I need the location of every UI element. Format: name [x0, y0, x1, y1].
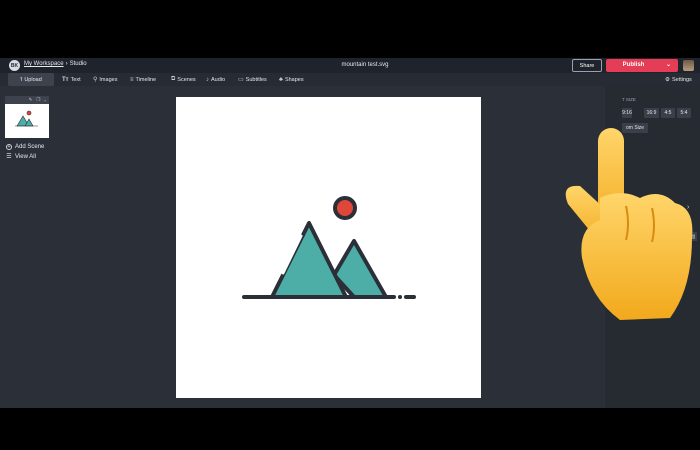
mountain-illustration	[242, 196, 416, 299]
timeline-tool[interactable]: ≡ Timeline	[130, 73, 156, 86]
editing-canvas[interactable]	[176, 97, 481, 398]
upload-button[interactable]: ⭱ Upload	[8, 73, 54, 86]
timeline-icon: ≡	[130, 76, 134, 83]
share-button[interactable]: Share	[572, 59, 602, 72]
ratio-5-4[interactable]: 5:4	[677, 108, 691, 118]
text-label: Text	[70, 76, 81, 83]
search-icon: ⚲	[93, 77, 98, 83]
add-scene-button[interactable]: + Add Scene	[6, 144, 44, 150]
timeline-label: Timeline	[135, 76, 157, 83]
scenes-panel: ✎ ❐ ▫ + Add Scene ☰ View All	[0, 86, 55, 408]
breadcrumb-current: Studio	[69, 61, 87, 67]
subtitles-tool[interactable]: ▭ Subtitles	[238, 73, 267, 86]
ratio-4-5[interactable]: 4:5	[661, 108, 675, 118]
duplicate-icon[interactable]: ❐	[36, 97, 40, 103]
settings-label: Settings	[671, 76, 692, 83]
images-label: Images	[99, 76, 118, 83]
scenes-label: Scenes	[177, 76, 196, 83]
audio-label: Audio	[211, 76, 226, 83]
subtitles-label: Subtitles	[245, 76, 267, 83]
chevron-down-icon[interactable]: ⌄	[666, 61, 671, 68]
breadcrumb-separator: ›	[65, 61, 68, 67]
edit-icon[interactable]: ✎	[29, 97, 33, 103]
shapes-tool[interactable]: ♣ Shapes	[279, 73, 304, 86]
view-all-button[interactable]: ☰ View All	[6, 154, 36, 160]
settings-button[interactable]: ⚙ Settings	[665, 73, 692, 86]
project-title[interactable]: mountain test.svg	[300, 62, 430, 68]
images-tool[interactable]: ⚲ Images	[93, 73, 117, 86]
text-icon: Tт	[62, 76, 69, 83]
workspace-logo[interactable]: BK	[9, 60, 20, 71]
gear-icon: ⚙	[665, 76, 670, 83]
ratio-16-9[interactable]: 16:9	[644, 108, 659, 118]
upload-label: Upload	[24, 76, 42, 83]
scene-thumbnail[interactable]	[5, 104, 49, 138]
pointing-hand-emoji	[565, 128, 693, 320]
scene-thumbnail-image	[15, 110, 38, 127]
view-all-label: View All	[15, 154, 36, 160]
studio-app: BK My Workspace › Studio mountain test.svg…	[0, 58, 700, 408]
audio-tool[interactable]: ♪ Audio	[206, 73, 225, 86]
scenes-icon: ⧉	[171, 76, 176, 82]
upload-icon: ⭱	[20, 76, 23, 83]
top-bar: BK My Workspace › Studio mountain test.svg…	[0, 58, 700, 73]
plus-circle-icon: +	[6, 143, 12, 150]
delete-icon[interactable]: ▫	[44, 98, 46, 103]
scenes-tool[interactable]: ⧉ Scenes	[171, 73, 196, 86]
size-header: T SIZE	[622, 97, 636, 102]
shapes-label: Shapes	[284, 76, 304, 83]
shapes-icon: ♣	[279, 76, 283, 83]
breadcrumb-workspace-link[interactable]: My Workspace	[24, 61, 64, 67]
breadcrumb: My Workspace › Studio	[24, 61, 87, 67]
ratio-9-16[interactable]: 9:16	[622, 108, 632, 118]
audio-icon: ♪	[206, 76, 209, 83]
scene-thumb-toolbar: ✎ ❐ ▫	[5, 96, 49, 104]
list-icon: ☰	[6, 154, 12, 160]
text-tool[interactable]: Tт Text	[62, 73, 81, 86]
subtitles-icon: ▭	[238, 77, 244, 83]
avatar[interactable]	[683, 60, 694, 71]
editor-toolbar: ⭱ Upload Tт Text ⚲ Images ≡ Timeline ⧉ S…	[0, 73, 700, 86]
add-scene-label: Add Scene	[15, 144, 45, 150]
publish-label: Publish	[622, 62, 645, 68]
publish-button[interactable]: Publish ⌄	[606, 59, 678, 72]
